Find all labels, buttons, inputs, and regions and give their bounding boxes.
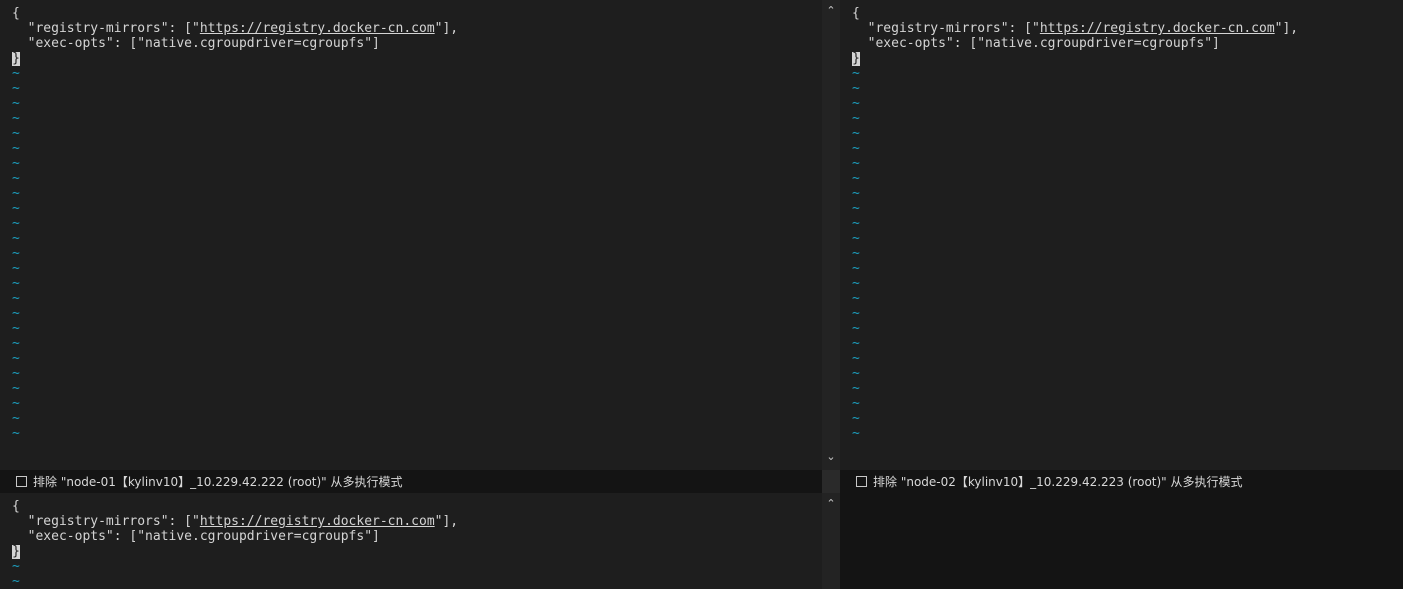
- tilde-line: ~: [12, 246, 20, 261]
- code-line: "exec-opts": ["native.cgroupdriver=cgrou…: [12, 529, 380, 544]
- code-line: {: [12, 499, 20, 514]
- multi-exec-bar-node-01: 排除 "node-01【kylinv10】_10.229.42.222 (roo…: [0, 470, 822, 493]
- tilde-line: ~: [852, 216, 860, 231]
- code-line: "registry-mirrors": [": [852, 21, 1040, 36]
- tilde-line: ~: [12, 574, 20, 589]
- scrollbar[interactable]: ⌃ ⌄: [822, 0, 840, 470]
- tilde-line: ~: [12, 81, 20, 96]
- tilde-line: ~: [12, 381, 20, 396]
- code-line: "registry-mirrors": [": [12, 514, 200, 529]
- tilde-line: ~: [12, 321, 20, 336]
- url-link[interactable]: https://registry.docker-cn.com: [1040, 21, 1275, 36]
- terminal-pane-node-03[interactable]: { "registry-mirrors": ["https://registry…: [0, 493, 822, 589]
- tilde-line: ~: [852, 306, 860, 321]
- terminal-pane-node-02[interactable]: { "registry-mirrors": ["https://registry…: [840, 0, 1403, 470]
- text-cursor: }: [12, 51, 20, 66]
- tilde-line: ~: [12, 336, 20, 351]
- tilde-line: ~: [12, 396, 20, 411]
- scroll-down-icon[interactable]: ⌄: [822, 450, 840, 463]
- tilde-line: ~: [852, 336, 860, 351]
- tilde-line: ~: [852, 246, 860, 261]
- tilde-line: ~: [852, 171, 860, 186]
- tilde-line: ~: [12, 66, 20, 81]
- terminal-pane-node-01[interactable]: { "registry-mirrors": ["https://registry…: [0, 0, 822, 470]
- code-line: {: [852, 6, 860, 21]
- tilde-line: ~: [852, 321, 860, 336]
- tilde-line: ~: [852, 141, 860, 156]
- tilde-line: ~: [12, 186, 20, 201]
- tilde-line: ~: [852, 396, 860, 411]
- tilde-line: ~: [852, 351, 860, 366]
- tilde-line: ~: [12, 291, 20, 306]
- text-cursor: }: [852, 51, 860, 66]
- tilde-line: ~: [12, 231, 20, 246]
- tilde-line: ~: [852, 231, 860, 246]
- tilde-line: ~: [852, 366, 860, 381]
- tilde-line: ~: [12, 96, 20, 111]
- code-line: {: [12, 6, 20, 21]
- text-cursor: }: [12, 544, 20, 559]
- tilde-line: ~: [852, 276, 860, 291]
- empty-pane-area: [840, 493, 1403, 589]
- tilde-line: ~: [12, 559, 20, 574]
- exclude-checkbox[interactable]: [16, 476, 27, 487]
- tilde-line: ~: [12, 126, 20, 141]
- tilde-line: ~: [12, 216, 20, 231]
- code-line: "],: [434, 21, 459, 36]
- code-line: "registry-mirrors": [": [12, 21, 200, 36]
- vim-buffer: { "registry-mirrors": ["https://registry…: [12, 499, 458, 589]
- tilde-line: ~: [12, 411, 20, 426]
- tilde-line: ~: [852, 111, 860, 126]
- tilde-line: ~: [12, 141, 20, 156]
- tilde-line: ~: [852, 96, 860, 111]
- tilde-line: ~: [852, 201, 860, 216]
- tilde-line: ~: [12, 351, 20, 366]
- multi-exec-bar-node-02: 排除 "node-02【kylinv10】_10.229.42.223 (roo…: [840, 470, 1403, 493]
- tilde-line: ~: [852, 186, 860, 201]
- tilde-line: ~: [12, 111, 20, 126]
- tilde-line: ~: [12, 426, 20, 441]
- pane-divider[interactable]: [822, 470, 840, 493]
- tilde-line: ~: [852, 81, 860, 96]
- vim-buffer: { "registry-mirrors": ["https://registry…: [12, 6, 458, 441]
- tilde-line: ~: [852, 291, 860, 306]
- url-link[interactable]: https://registry.docker-cn.com: [200, 514, 435, 529]
- tilde-line: ~: [852, 66, 860, 81]
- tilde-line: ~: [852, 381, 860, 396]
- scroll-up-icon[interactable]: ⌃: [822, 4, 840, 17]
- tilde-line: ~: [852, 156, 860, 171]
- code-line: "],: [1274, 21, 1299, 36]
- scrollbar[interactable]: ⌃: [822, 493, 840, 589]
- exclude-checkbox[interactable]: [856, 476, 867, 487]
- scroll-up-icon[interactable]: ⌃: [822, 497, 840, 510]
- tilde-line: ~: [12, 156, 20, 171]
- tilde-line: ~: [12, 171, 20, 186]
- exclude-label: 排除 "node-01【kylinv10】_10.229.42.222 (roo…: [33, 475, 403, 489]
- tilde-line: ~: [852, 411, 860, 426]
- tilde-line: ~: [12, 201, 20, 216]
- exclude-label: 排除 "node-02【kylinv10】_10.229.42.223 (roo…: [873, 475, 1243, 489]
- tilde-line: ~: [12, 261, 20, 276]
- tilde-line: ~: [852, 261, 860, 276]
- code-line: "exec-opts": ["native.cgroupdriver=cgrou…: [12, 36, 380, 51]
- tilde-line: ~: [12, 306, 20, 321]
- tilde-line: ~: [852, 126, 860, 141]
- tilde-line: ~: [852, 426, 860, 441]
- code-line: "],: [434, 514, 459, 529]
- url-link[interactable]: https://registry.docker-cn.com: [200, 21, 435, 36]
- tilde-line: ~: [12, 276, 20, 291]
- vim-buffer: { "registry-mirrors": ["https://registry…: [852, 6, 1298, 441]
- tilde-line: ~: [12, 366, 20, 381]
- code-line: "exec-opts": ["native.cgroupdriver=cgrou…: [852, 36, 1220, 51]
